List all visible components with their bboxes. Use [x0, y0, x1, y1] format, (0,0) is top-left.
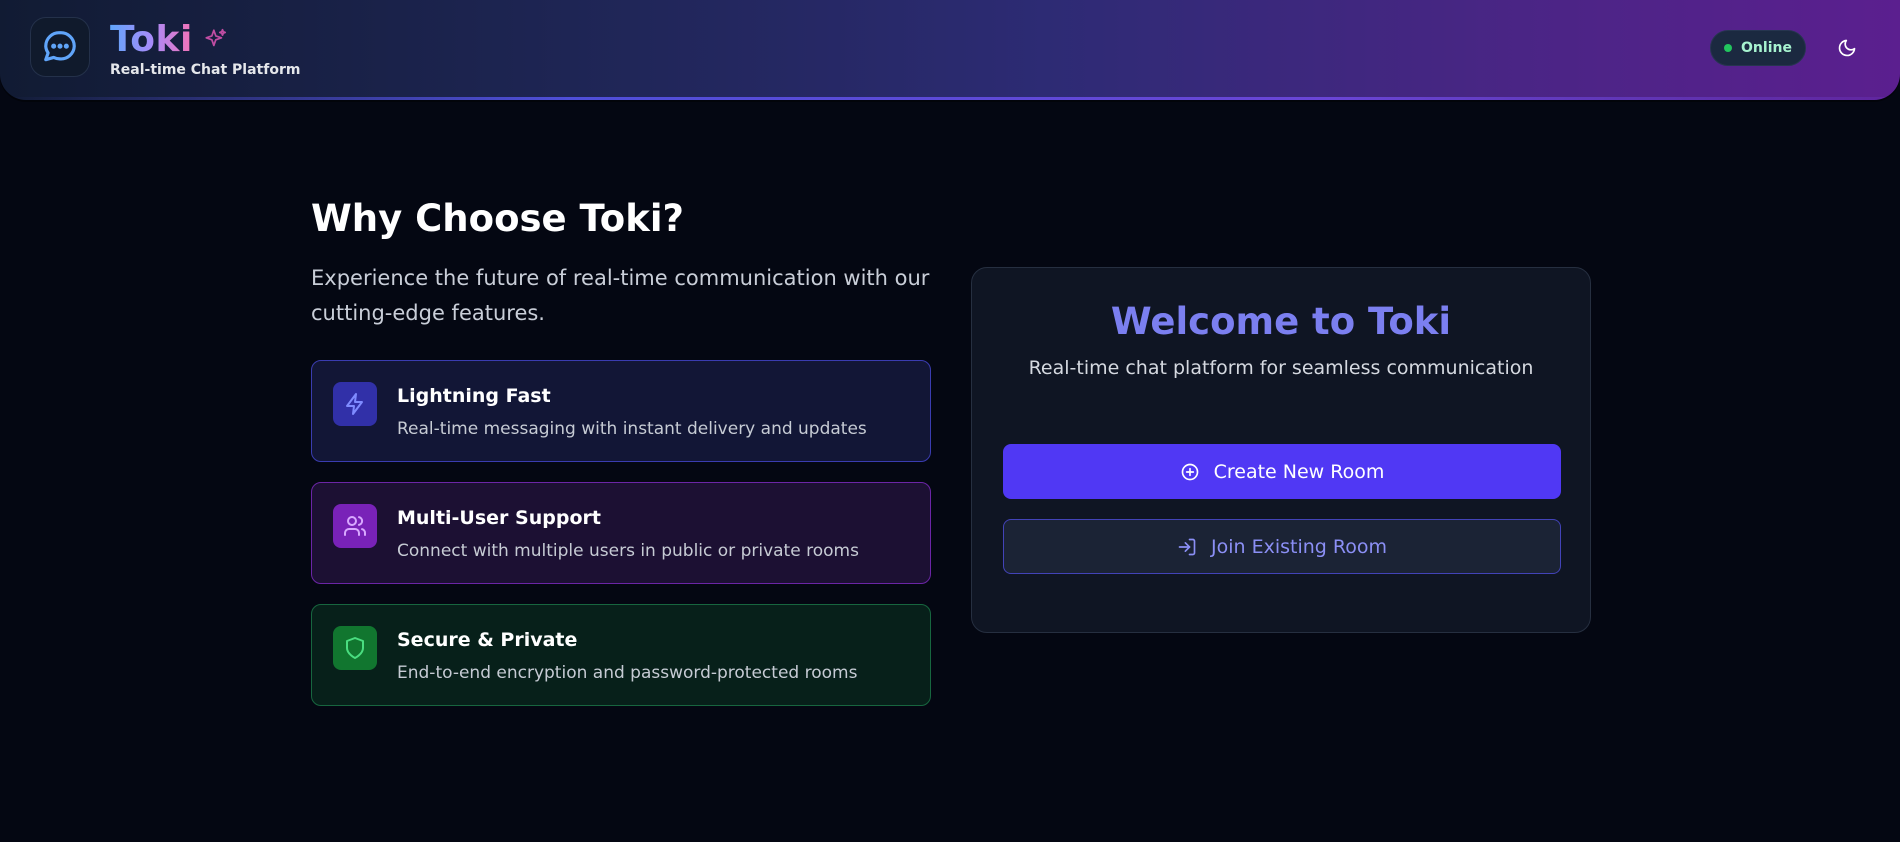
- app-header: Toki Real-time Chat Platform Online: [0, 0, 1900, 100]
- feature-card-lightning-fast: Lightning Fast Real-time messaging with …: [311, 360, 931, 462]
- plus-circle-icon: [1181, 463, 1198, 480]
- log-in-icon: [1178, 538, 1196, 555]
- create-room-button[interactable]: Create New Room: [1003, 444, 1561, 499]
- feature-card-multi-user: Multi-User Support Connect with multiple…: [311, 482, 931, 584]
- create-room-label: Create New Room: [1213, 460, 1385, 483]
- moon-icon: [1838, 39, 1856, 57]
- status-badge: Online: [1710, 30, 1806, 66]
- feature-icon-box: [333, 504, 377, 548]
- feature-description: Real-time messaging with instant deliver…: [397, 419, 867, 439]
- feature-icon-box: [333, 382, 377, 426]
- brand-title: Toki: [110, 19, 193, 60]
- welcome-subtitle: Real-time chat platform for seamless com…: [1028, 357, 1534, 379]
- feature-title: Multi-User Support: [397, 507, 601, 529]
- shield-icon: [346, 637, 364, 659]
- join-room-button[interactable]: Join Existing Room: [1003, 519, 1561, 574]
- sparkles-icon: [205, 28, 226, 47]
- welcome-title: Welcome to Toki: [1110, 300, 1452, 343]
- feature-description: End-to-end encryption and password-prote…: [397, 663, 858, 683]
- brand-tagline: Real-time Chat Platform: [110, 62, 301, 78]
- chat-bubble-icon: [44, 31, 76, 62]
- feature-description: Connect with multiple users in public or…: [397, 541, 859, 561]
- online-dot-icon: [1724, 44, 1733, 52]
- join-room-label: Join Existing Room: [1211, 535, 1387, 558]
- lightning-icon: [346, 393, 363, 415]
- feature-card-secure-private: Secure & Private End-to-end encryption a…: [311, 604, 931, 706]
- feature-title: Secure & Private: [397, 629, 578, 651]
- section-title: Why Choose Toki?: [311, 197, 684, 240]
- status-label: Online: [1741, 40, 1792, 56]
- users-icon: [344, 516, 367, 536]
- feature-title: Lightning Fast: [397, 385, 551, 407]
- feature-icon-box: [333, 626, 377, 670]
- brand: Toki: [110, 18, 229, 62]
- welcome-card: Welcome to Toki Real-time chat platform …: [971, 267, 1591, 633]
- theme-toggle-button[interactable]: [1832, 33, 1862, 63]
- app-logo[interactable]: [30, 17, 90, 77]
- section-description: Experience the future of real-time commu…: [311, 266, 930, 325]
